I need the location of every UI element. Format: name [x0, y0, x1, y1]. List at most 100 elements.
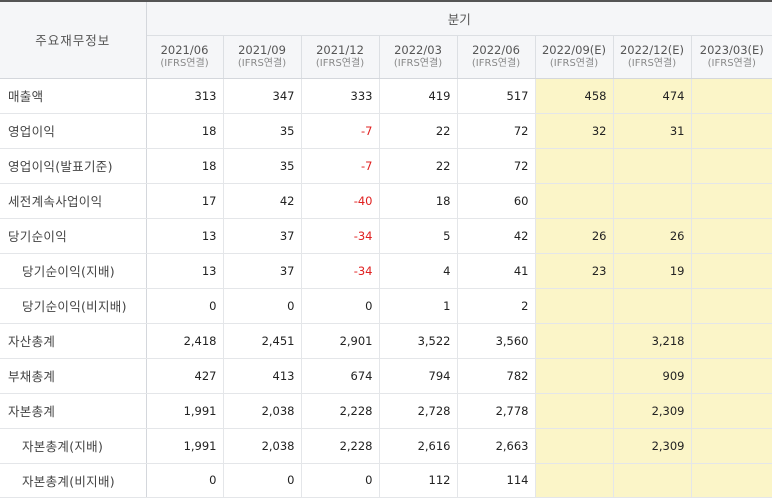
- table-cell: [690, 253, 773, 289]
- table-cell: 474: [612, 78, 691, 114]
- table-cell: [612, 183, 691, 219]
- table-cell: 2,038: [222, 428, 301, 464]
- row-label: 당기순이익(비지배): [0, 288, 147, 324]
- row-label: 세전계속사업이익: [0, 183, 147, 219]
- table-cell: 18: [145, 148, 223, 184]
- table-row: 당기순이익(비지배) 0 0 0 1 2: [0, 288, 773, 324]
- period-header: 2021/06 (IFRS연결): [145, 35, 223, 79]
- period-basis: (IFRS연결): [160, 57, 209, 69]
- table-cell: [690, 78, 773, 114]
- table-cell: 5: [378, 218, 457, 254]
- table-cell: 35: [222, 113, 301, 149]
- table-cell: [690, 148, 773, 184]
- table-cell: [612, 148, 691, 184]
- table-cell: 413: [222, 358, 301, 394]
- table-cell: 18: [145, 113, 223, 149]
- period-header: 2022/06 (IFRS연결): [456, 35, 535, 79]
- table-row: 자산총계 2,418 2,451 2,901 3,522 3,560 3,218: [0, 323, 773, 359]
- table-corner-header: 주요재무정보: [0, 1, 147, 79]
- table-cell: -7: [300, 148, 379, 184]
- period-header: 2021/09 (IFRS연결): [222, 35, 301, 79]
- table-cell: 2,616: [378, 428, 457, 464]
- table-cell: [534, 148, 613, 184]
- period-header: 2022/09(E) (IFRS연결): [534, 35, 613, 79]
- table-row: 영업이익 18 35 -7 22 72 32 31: [0, 113, 773, 149]
- table-cell: 19: [612, 253, 691, 289]
- table-cell: 31: [612, 113, 691, 149]
- table-cell: 22: [378, 113, 457, 149]
- table-cell: 0: [300, 463, 379, 498]
- table-cell: 26: [534, 218, 613, 254]
- row-label: 당기순이익(지배): [0, 253, 147, 289]
- row-label: 자산총계: [0, 323, 147, 359]
- table-cell: -34: [300, 253, 379, 289]
- period-basis: (IFRS연결): [393, 57, 443, 69]
- financial-summary-table: 주요재무정보 분기 2021/06 (IFRS연결) 2021/09 (IFRS연결)…: [0, 0, 773, 498]
- table-cell: 2: [456, 288, 535, 324]
- table-cell: 17: [145, 183, 223, 219]
- table-cell: [690, 288, 773, 324]
- row-label: 영업이익: [0, 113, 147, 149]
- row-label: 자본총계(비지배): [0, 463, 147, 498]
- table-body: 매출액 313 347 333 419 517 458 474 영업이익 18 35 -7 22 72 32…: [0, 78, 773, 498]
- table-cell: 2,778: [456, 393, 535, 429]
- table-row: 자본총계(비지배) 0 0 0 112 114: [0, 463, 773, 498]
- table-cell: 35: [222, 148, 301, 184]
- table-cell: 347: [222, 78, 301, 114]
- table-cell: 41: [456, 253, 535, 289]
- table-cell: [690, 218, 773, 254]
- table-cell: [534, 428, 613, 464]
- table-cell: -40: [300, 183, 379, 219]
- table-cell: 2,663: [456, 428, 535, 464]
- period-label: 2022/03: [394, 42, 442, 57]
- table-cell: 782: [456, 358, 535, 394]
- period-header: 2021/12 (IFRS연결): [300, 35, 379, 79]
- table-cell: 42: [456, 218, 535, 254]
- table-cell: 0: [145, 288, 223, 324]
- table-cell: [690, 428, 773, 464]
- table-cell: 333: [300, 78, 379, 114]
- table-cell: 517: [456, 78, 535, 114]
- table-cell: 3,560: [456, 323, 535, 359]
- period-label: 2022/09(E): [541, 42, 606, 57]
- table-cell: 794: [378, 358, 457, 394]
- table-cell: 42: [222, 183, 301, 219]
- table-cell: -7: [300, 113, 379, 149]
- table-row: 자본총계 1,991 2,038 2,228 2,728 2,778 2,309: [0, 393, 773, 429]
- row-label: 자본총계(지배): [0, 428, 147, 464]
- table-cell: [534, 393, 613, 429]
- row-label: 매출액: [0, 78, 147, 114]
- table-cell: 72: [456, 148, 535, 184]
- row-label: 당기순이익: [0, 218, 147, 254]
- table-cell: 4: [378, 253, 457, 289]
- table-cell: [534, 288, 613, 324]
- table-cell: 674: [300, 358, 379, 394]
- table-row: 세전계속사업이익 17 42 -40 18 60: [0, 183, 773, 219]
- table-cell: 1,991: [145, 428, 223, 464]
- quarterly-group-header: 분기: [146, 1, 773, 36]
- table-cell: 22: [378, 148, 457, 184]
- table-cell: 18: [378, 183, 457, 219]
- period-label: 2021/06: [160, 42, 209, 57]
- table-cell: 427: [145, 358, 223, 394]
- table-cell: [690, 183, 773, 219]
- table-row: 당기순이익 13 37 -34 5 42 26 26: [0, 218, 773, 254]
- table-row: 부채총계 427 413 674 794 782 909: [0, 358, 773, 394]
- table-cell: 2,228: [300, 393, 379, 429]
- table-cell: 0: [145, 463, 223, 498]
- table-cell: 114: [456, 463, 535, 498]
- table-cell: 2,451: [222, 323, 301, 359]
- table-row: 영업이익(발표기준) 18 35 -7 22 72: [0, 148, 773, 184]
- table-cell: 2,309: [612, 428, 691, 464]
- table-cell: 458: [534, 78, 613, 114]
- row-label: 부채총계: [0, 358, 147, 394]
- table-cell: 13: [145, 218, 223, 254]
- table-cell: [690, 113, 773, 149]
- table-cell: 1: [378, 288, 457, 324]
- period-basis: (IFRS연결): [237, 57, 287, 69]
- table-cell: 2,901: [300, 323, 379, 359]
- table-row: 매출액 313 347 333 419 517 458 474: [0, 78, 773, 114]
- table-cell: [534, 323, 613, 359]
- table-cell: 2,038: [222, 393, 301, 429]
- period-basis: (IFRS연결): [549, 57, 599, 69]
